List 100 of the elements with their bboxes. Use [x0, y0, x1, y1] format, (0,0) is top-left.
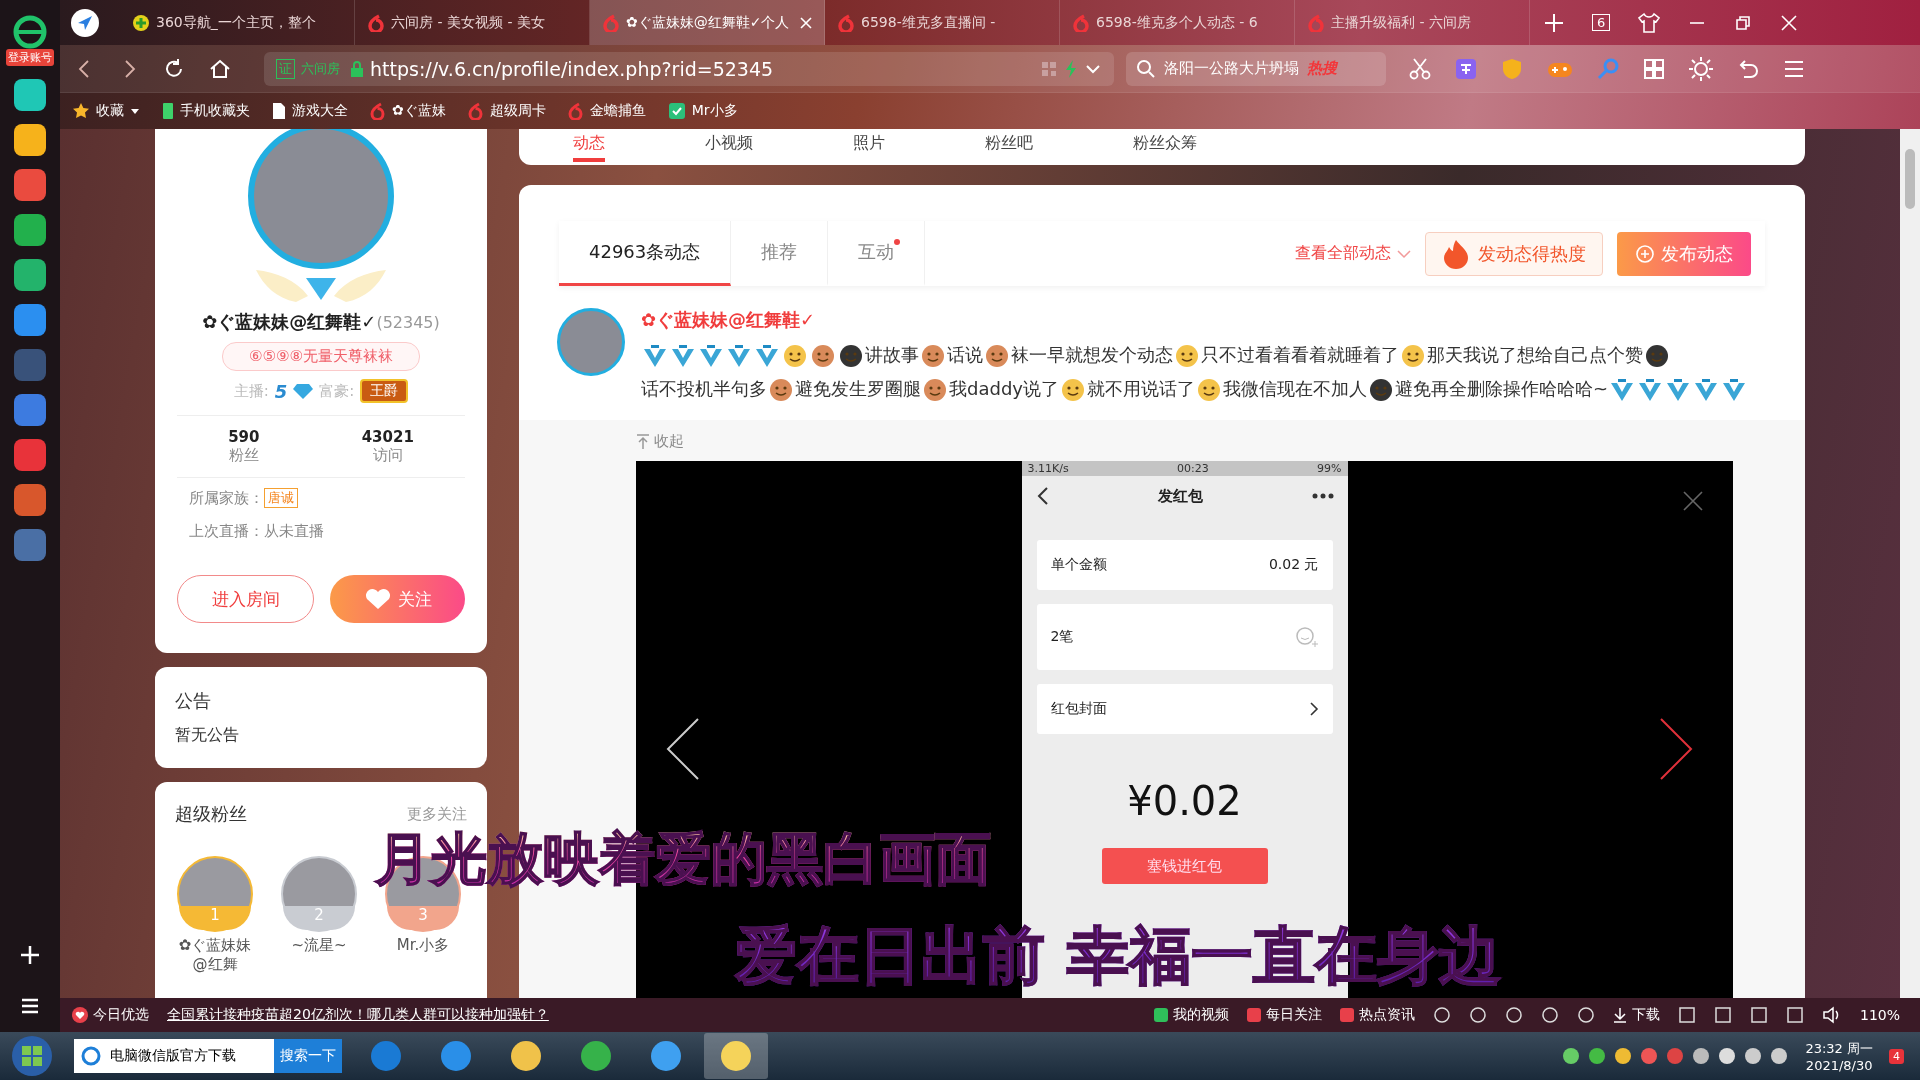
certificate-badge: 证 — [276, 58, 295, 79]
feed-tab[interactable]: 互动 — [828, 221, 926, 286]
emoji-icon — [810, 343, 836, 369]
today-picks-link[interactable]: 今日优选 — [72, 1006, 149, 1024]
brightness-icon[interactable] — [1688, 55, 1714, 82]
app-icon[interactable] — [14, 124, 46, 156]
tray-icon[interactable] — [1769, 1046, 1790, 1066]
bookmark-item[interactable]: 手机收藏夹 — [162, 102, 250, 120]
toolbar-icon[interactable] — [1432, 1006, 1451, 1024]
grid-icon[interactable] — [1642, 56, 1666, 81]
close-icon[interactable] — [1683, 491, 1703, 511]
toolbar-icon[interactable] — [1677, 1006, 1696, 1024]
toolbar-icon[interactable] — [1749, 1006, 1768, 1024]
nav-tab[interactable]: 小视频 — [705, 132, 753, 162]
post-text: 就不用说话了 — [1086, 378, 1195, 399]
app-icon[interactable] — [14, 439, 46, 471]
post-text: 话说 — [947, 344, 983, 365]
browser-tab[interactable]: 6598-维克多直播间 - — [825, 0, 1060, 45]
login-link[interactable]: 登录账号 — [6, 49, 54, 66]
rank-badge: 1 — [179, 906, 251, 930]
scrollbar[interactable] — [1900, 129, 1920, 998]
bookmark-item[interactable]: ✿ぐ蓝妹 — [370, 102, 446, 120]
enter-room-button[interactable]: 进入房间 — [177, 575, 314, 623]
bookmark-item[interactable]: Mr小多 — [667, 102, 738, 120]
tray-icon[interactable] — [1561, 1046, 1582, 1066]
scissors-icon[interactable] — [1408, 56, 1432, 81]
fan-name[interactable]: Mr.小多 — [383, 936, 463, 955]
toolbar-icon[interactable] — [1785, 1006, 1804, 1024]
app-icon[interactable] — [14, 304, 46, 336]
download-link[interactable]: 下载 — [1612, 1006, 1660, 1024]
news-link[interactable]: 全国累计接种疫苗超20亿剂次！哪几类人群可以接种加强针？ — [167, 1006, 549, 1024]
toolbar-icon[interactable] — [1540, 1006, 1559, 1024]
bookmark-item[interactable]: 游戏大全 — [272, 102, 348, 120]
tray-icon[interactable] — [1587, 1046, 1608, 1066]
translate-icon[interactable] — [1454, 56, 1478, 81]
post-text: 我daddy说了 — [949, 378, 1059, 399]
nav-tab[interactable]: 动态 — [573, 132, 605, 162]
fans-title: 超级粉丝 — [175, 802, 247, 826]
tray-icon[interactable] — [1613, 1046, 1634, 1066]
tab-count[interactable]: 6 — [1592, 14, 1611, 31]
close-window-icon[interactable] — [1779, 12, 1800, 33]
notification-badge[interactable]: 4 — [1889, 1048, 1904, 1064]
bookmark-item[interactable]: 金蟾捕鱼 — [567, 102, 646, 120]
nav-tab[interactable]: 粉丝众筹 — [1133, 132, 1197, 162]
fan-name[interactable]: ~流星~ — [279, 936, 359, 955]
star-icon — [72, 102, 90, 120]
nav-tab[interactable]: 照片 — [853, 132, 885, 162]
login-icon[interactable] — [12, 14, 48, 50]
emoji-icon — [768, 377, 794, 403]
phone-icon — [162, 102, 174, 120]
app-icon[interactable] — [14, 394, 46, 426]
taskbar-search-field[interactable]: 电脑微信版官方下载 — [74, 1039, 274, 1073]
status-link[interactable]: 热点资讯 — [1339, 1006, 1415, 1024]
browser-tab[interactable]: ✿ぐ蓝妹妹@红舞鞋✓个人 — [590, 0, 825, 45]
taskbar-app-icon[interactable] — [704, 1033, 768, 1079]
bookmark-item[interactable]: 超级周卡 — [467, 102, 546, 120]
nav-tab[interactable]: 粉丝吧 — [985, 132, 1033, 162]
emoji-icon — [920, 343, 946, 369]
bookmark-item[interactable]: 收藏 — [72, 102, 140, 120]
post-author[interactable]: ✿ぐ蓝妹妹@红舞鞋✓ — [641, 309, 816, 330]
emoji-icon — [1644, 343, 1670, 369]
toolbar-icon[interactable] — [1576, 1006, 1595, 1024]
toolbar-icon[interactable] — [1713, 1006, 1732, 1024]
app-icon[interactable] — [14, 259, 46, 291]
add-icon[interactable] — [18, 943, 42, 967]
caret-icon[interactable] — [130, 106, 140, 116]
start-button[interactable] — [10, 1034, 54, 1078]
app-icon[interactable] — [14, 214, 46, 246]
browser-tab[interactable]: 六间房 - 美女视频 - 美女 — [355, 0, 590, 45]
new-tab-icon[interactable] — [1543, 11, 1565, 34]
status-link[interactable]: 每日关注 — [1246, 1006, 1322, 1024]
browser-tab[interactable]: 6598-维克多个人动态 - 6 — [1060, 0, 1295, 45]
shirt-icon[interactable] — [1637, 11, 1662, 34]
six-logo-icon — [567, 102, 584, 120]
status-link[interactable]: 我的视频 — [1153, 1006, 1229, 1024]
address-field[interactable]: 证 六间房 https://v.6.cn/profile/index.php?rid=52345 — [264, 51, 1114, 86]
view-all-dropdown[interactable]: 查看全部动态 — [1295, 243, 1411, 264]
app-icon[interactable] — [14, 169, 46, 201]
upload-arrow-icon — [636, 433, 650, 450]
app-icon[interactable] — [14, 79, 46, 111]
search-button[interactable]: 搜索一下 — [274, 1039, 342, 1073]
tray-icon[interactable] — [1743, 1046, 1764, 1066]
six-logo-icon — [367, 13, 385, 32]
browser-tab[interactable]: 360导航_一个主页，整个 — [120, 0, 355, 45]
feed-tab[interactable]: 推荐 — [731, 221, 829, 286]
tray-icon[interactable] — [1691, 1046, 1712, 1066]
room-id: (52345) — [376, 313, 440, 332]
compass-icon[interactable] — [70, 7, 100, 38]
post-text: 避免再全删除操作哈哈哈~ — [1394, 378, 1609, 399]
level-badge-icon — [1721, 377, 1748, 403]
browser-tab[interactable]: 主播升级福利 - 六间房 — [1295, 0, 1530, 45]
clock[interactable]: 23:32 周一 2021/8/30 — [1805, 1039, 1873, 1073]
signature-bubble: ⑥⑤⑨⑧无量天尊袜袜 — [222, 342, 420, 371]
fan-name[interactable]: ✿ぐ蓝妹妹@红舞 — [175, 936, 255, 974]
toolbar-icon[interactable] — [1504, 1006, 1523, 1024]
toolbar-icon[interactable] — [1468, 1006, 1487, 1024]
tray-icon[interactable] — [1717, 1046, 1738, 1066]
app-icon[interactable] — [14, 484, 46, 516]
zoom-level[interactable]: 110% — [1859, 1007, 1900, 1023]
feed-tab[interactable]: 42963条动态 — [559, 221, 732, 286]
